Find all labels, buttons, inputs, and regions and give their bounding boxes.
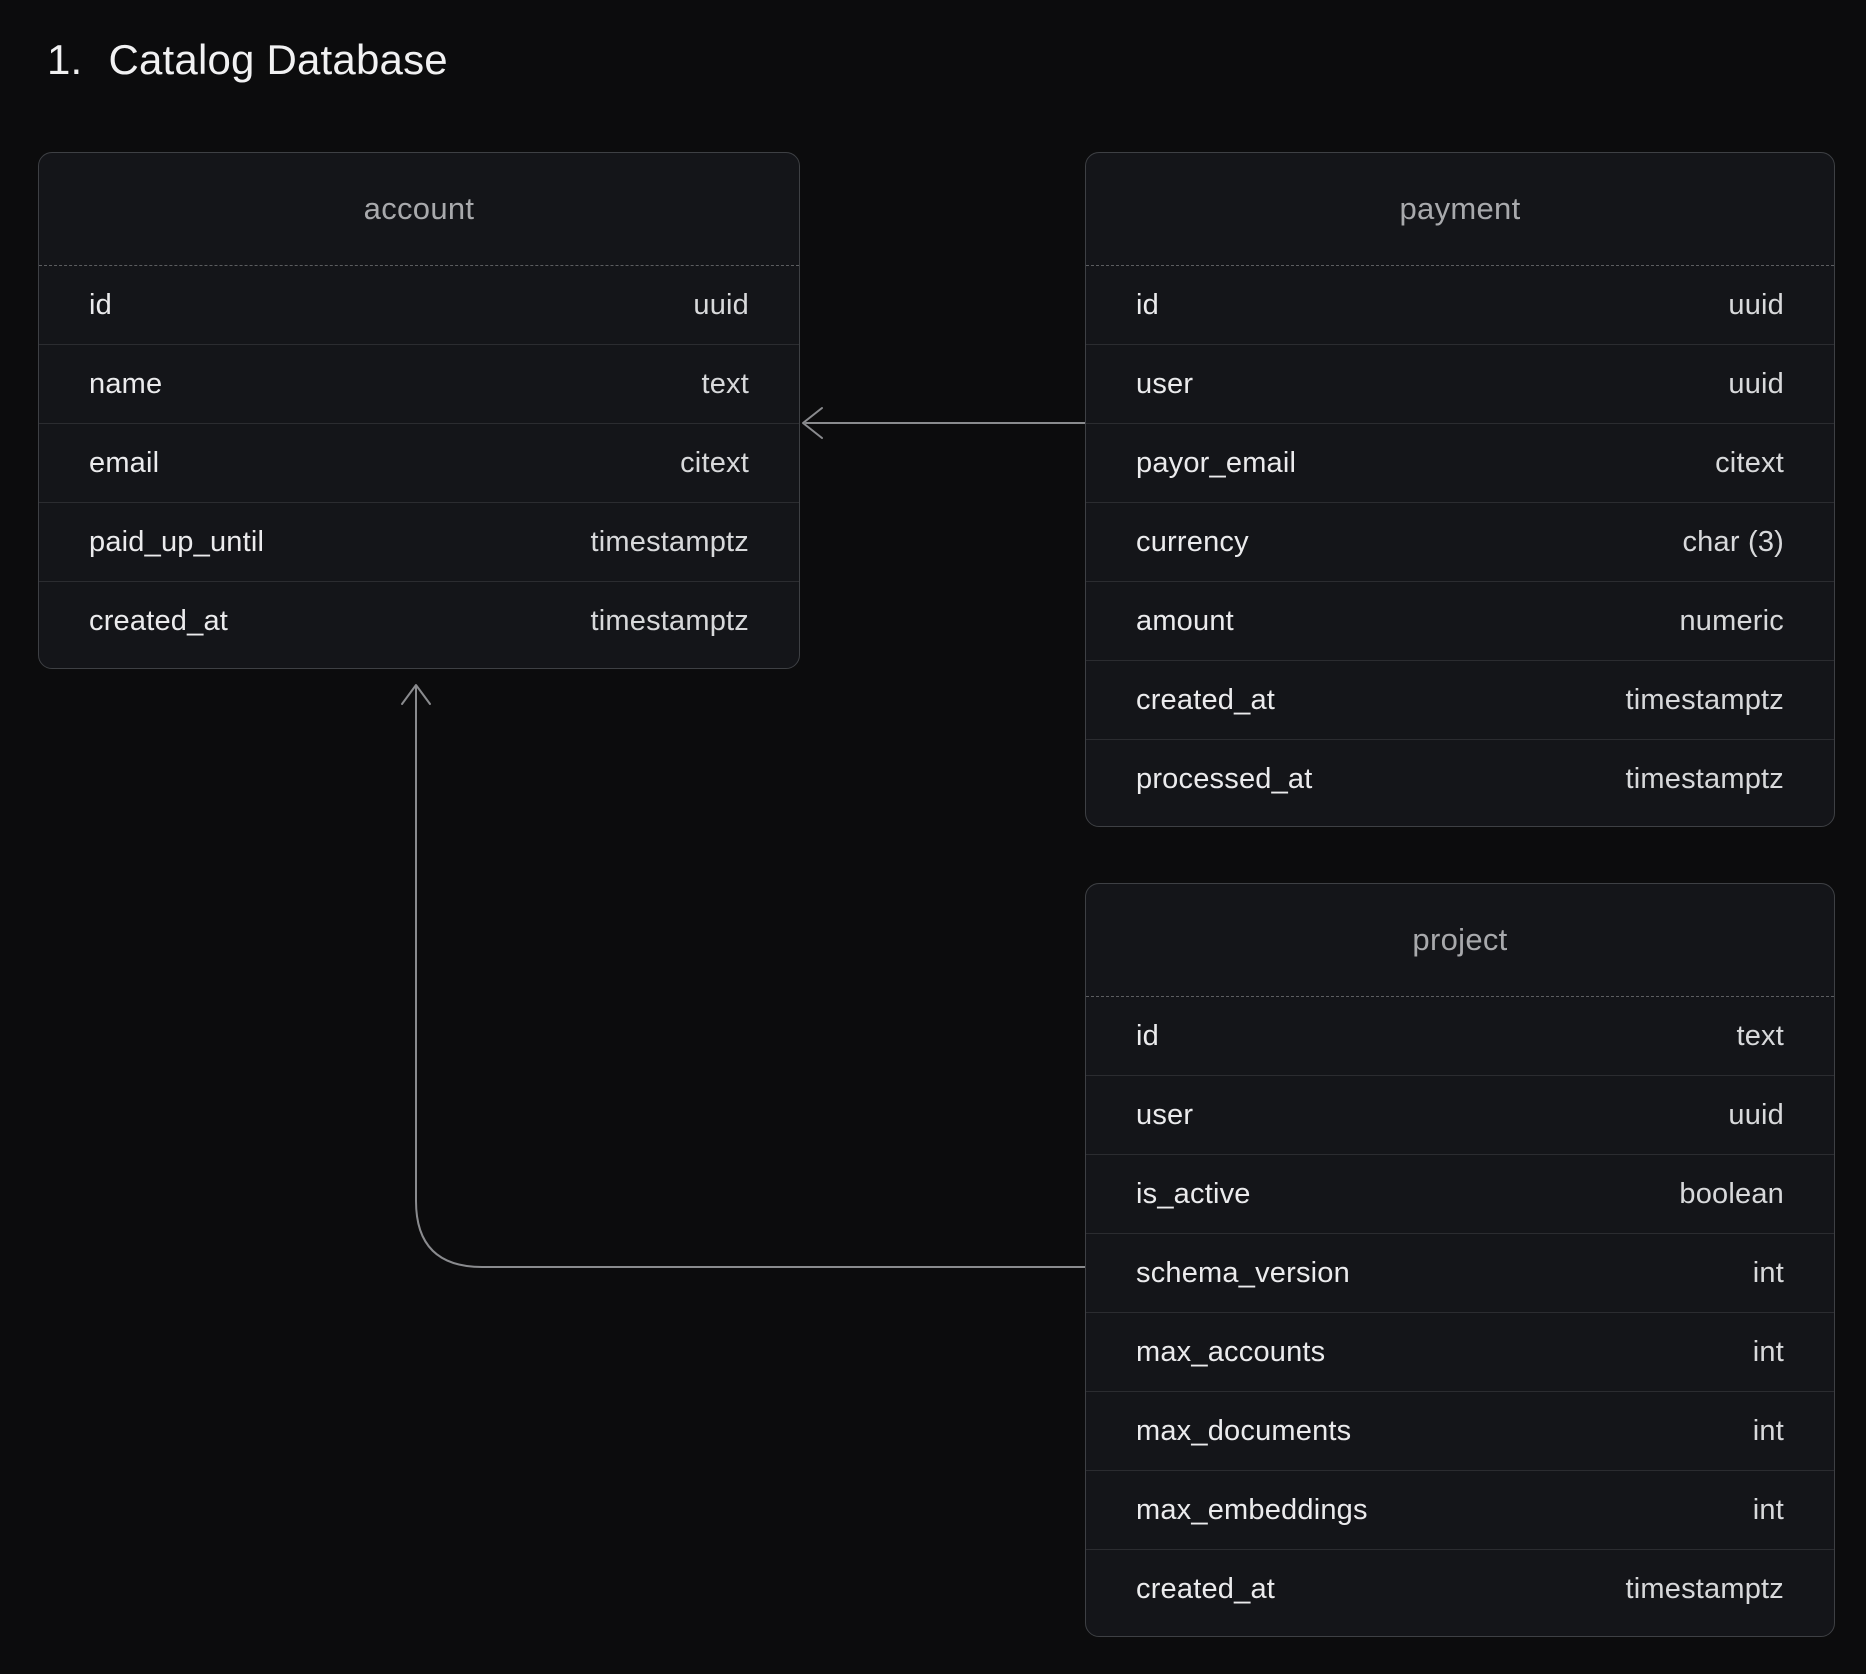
column-type: int xyxy=(1753,1336,1784,1369)
column-row[interactable]: is_active boolean xyxy=(1086,1154,1834,1233)
column-row[interactable]: id text xyxy=(1086,997,1834,1075)
table-account-header[interactable]: account xyxy=(39,153,799,266)
column-type: char (3) xyxy=(1682,526,1784,559)
column-row[interactable]: processed_at timestamptz xyxy=(1086,739,1834,818)
column-name: payor_email xyxy=(1136,447,1296,480)
column-row[interactable]: id uuid xyxy=(1086,266,1834,344)
column-type: uuid xyxy=(693,289,749,322)
column-name: processed_at xyxy=(1136,763,1313,796)
column-row[interactable]: max_embeddings int xyxy=(1086,1470,1834,1549)
column-type: uuid xyxy=(1728,289,1784,322)
column-type: citext xyxy=(1715,447,1784,480)
column-type: numeric xyxy=(1679,605,1784,638)
column-row[interactable]: id uuid xyxy=(39,266,799,344)
table-account[interactable]: account id uuid name text email citext paid_up… xyxy=(38,152,800,669)
column-name: user xyxy=(1136,368,1193,401)
column-type: timestamptz xyxy=(590,605,749,638)
column-name: created_at xyxy=(89,605,228,638)
column-type: timestamptz xyxy=(1625,684,1784,717)
column-row[interactable]: email citext xyxy=(39,423,799,502)
table-payment-name: payment xyxy=(1400,191,1521,227)
column-name: max_accounts xyxy=(1136,1336,1325,1369)
relationship-line-project-to-account xyxy=(416,687,1085,1267)
diagram-canvas: 1. Catalog Database account id uuid name te… xyxy=(0,0,1866,1674)
column-name: id xyxy=(1136,289,1159,322)
column-name: email xyxy=(89,447,159,480)
column-type: int xyxy=(1753,1415,1784,1448)
table-payment[interactable]: payment id uuid user uuid payor_email citext c… xyxy=(1085,152,1835,827)
column-row[interactable]: user uuid xyxy=(1086,344,1834,423)
column-row[interactable]: max_accounts int xyxy=(1086,1312,1834,1391)
column-type: text xyxy=(1736,1020,1784,1053)
arrowhead-left-icon xyxy=(803,408,822,438)
table-account-name: account xyxy=(364,191,475,227)
column-row[interactable]: schema_version int xyxy=(1086,1233,1834,1312)
table-account-rows: iduuidnametextemailcitextpaid_up_untilti… xyxy=(39,266,799,660)
column-name: paid_up_until xyxy=(89,526,264,559)
column-type: text xyxy=(701,368,749,401)
column-row[interactable]: paid_up_until timestamptz xyxy=(39,502,799,581)
column-name: is_active xyxy=(1136,1178,1251,1211)
column-row[interactable]: created_at timestamptz xyxy=(39,581,799,660)
page-title-text: Catalog Database xyxy=(108,36,447,84)
column-type: int xyxy=(1753,1494,1784,1527)
column-name: schema_version xyxy=(1136,1257,1350,1290)
column-row[interactable]: user uuid xyxy=(1086,1075,1834,1154)
table-payment-rows: iduuiduseruuidpayor_emailcitextcurrencyc… xyxy=(1086,266,1834,818)
column-name: id xyxy=(89,289,112,322)
column-name: name xyxy=(89,368,162,401)
column-type: timestamptz xyxy=(1625,1573,1784,1606)
column-name: max_documents xyxy=(1136,1415,1351,1448)
column-name: created_at xyxy=(1136,684,1275,717)
column-row[interactable]: max_documents int xyxy=(1086,1391,1834,1470)
column-name: amount xyxy=(1136,605,1234,638)
column-type: timestamptz xyxy=(1625,763,1784,796)
table-payment-header[interactable]: payment xyxy=(1086,153,1834,266)
column-row[interactable]: amount numeric xyxy=(1086,581,1834,660)
table-project-name: project xyxy=(1412,922,1507,958)
column-type: timestamptz xyxy=(590,526,749,559)
column-row[interactable]: currency char (3) xyxy=(1086,502,1834,581)
table-project-header[interactable]: project xyxy=(1086,884,1834,997)
column-name: max_embeddings xyxy=(1136,1494,1368,1527)
column-type: citext xyxy=(680,447,749,480)
column-name: id xyxy=(1136,1020,1159,1053)
page-title-number: 1. xyxy=(47,36,82,84)
column-type: int xyxy=(1753,1257,1784,1290)
table-project[interactable]: project id text user uuid is_active boolean sc… xyxy=(1085,883,1835,1637)
column-row[interactable]: created_at timestamptz xyxy=(1086,1549,1834,1628)
page-title: 1. Catalog Database xyxy=(47,36,448,84)
column-name: currency xyxy=(1136,526,1249,559)
column-row[interactable]: name text xyxy=(39,344,799,423)
column-row[interactable]: payor_email citext xyxy=(1086,423,1834,502)
column-type: uuid xyxy=(1728,368,1784,401)
column-type: boolean xyxy=(1679,1178,1784,1211)
table-project-rows: id text user uuid is_active boolean schema_ver… xyxy=(1086,997,1834,1628)
column-name: created_at xyxy=(1136,1573,1275,1606)
column-name: user xyxy=(1136,1099,1193,1132)
arrowhead-up-icon xyxy=(402,685,430,704)
column-row[interactable]: created_at timestamptz xyxy=(1086,660,1834,739)
column-type: uuid xyxy=(1728,1099,1784,1132)
